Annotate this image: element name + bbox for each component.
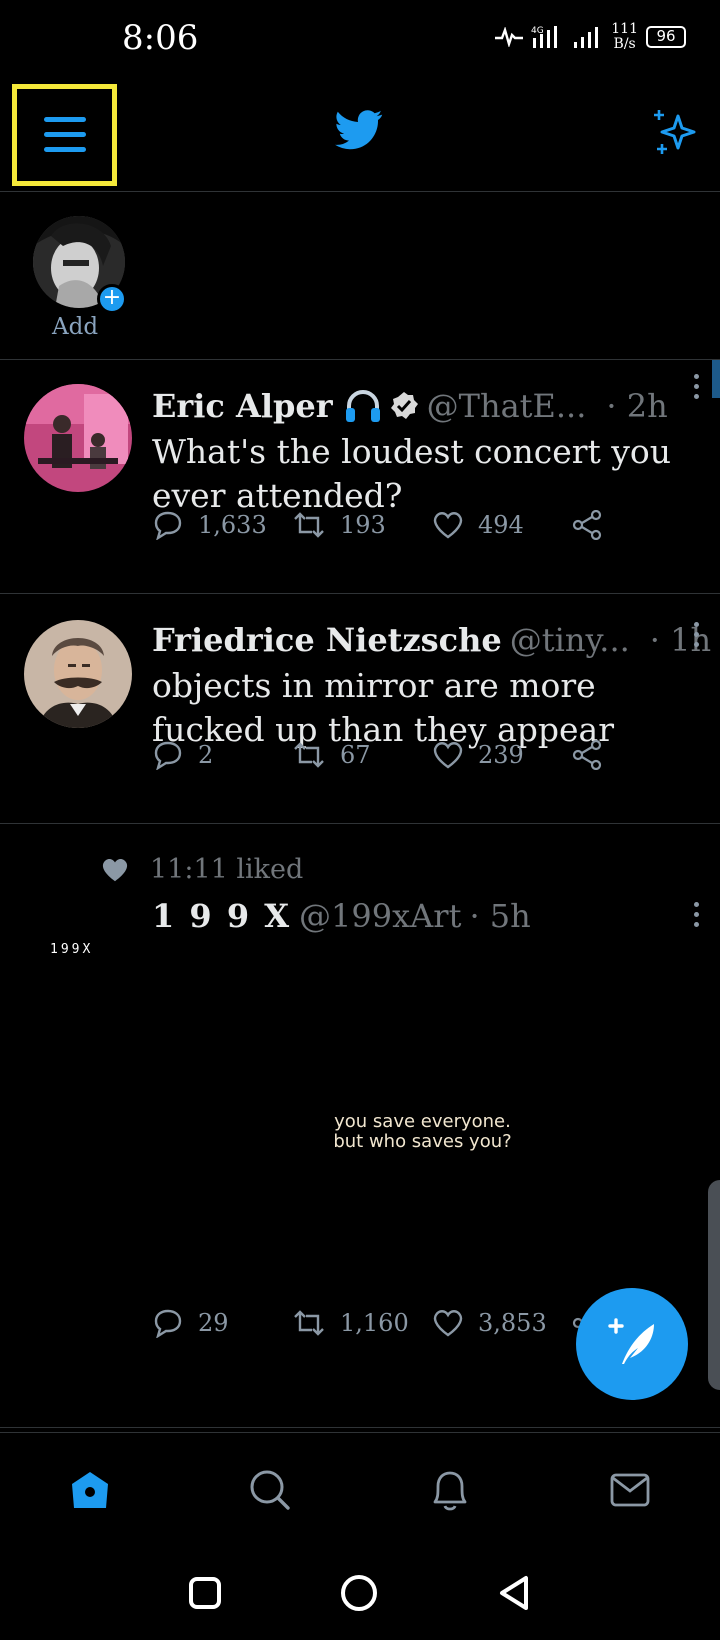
reply-icon [154, 1309, 182, 1338]
profile-photo [24, 620, 132, 728]
top-tweets-button[interactable] [650, 110, 698, 160]
heart-icon [433, 512, 463, 539]
fleets-row: + Add [0, 192, 720, 360]
share-icon [572, 740, 602, 770]
author-handle: @tiny... [509, 621, 630, 659]
author-name[interactable]: Eric Alper [152, 387, 333, 425]
twitter-bird-icon [335, 110, 383, 150]
add-label: Add [52, 314, 99, 340]
reply-count: 2 [198, 741, 214, 769]
tweet-actions: 2 67 239 [152, 740, 712, 770]
author-handle: @ThatE... [426, 387, 587, 425]
notifications-bell-icon [433, 1471, 467, 1510]
tweet-header: 1 9 9 X @199xArt · 5h [152, 894, 700, 938]
verified-badge-icon [390, 392, 418, 419]
profile-photo [24, 384, 132, 492]
liked-by-text: 11:11 liked [150, 854, 304, 885]
compose-feather-icon [608, 1318, 654, 1364]
share-button[interactable] [572, 510, 712, 540]
signal-bars-icon [574, 27, 599, 48]
tweet[interactable]: Eric Alper @ThatE... · 2h What's the lou… [0, 360, 720, 594]
avatar[interactable] [24, 620, 132, 728]
messages-mail-icon [610, 1473, 650, 1506]
retweet-icon [294, 1310, 324, 1336]
network-speed: 111 B/s [611, 21, 638, 52]
headphones-icon [345, 390, 380, 422]
reply-button[interactable]: 29 [152, 1308, 292, 1338]
more-options-icon[interactable] [692, 622, 700, 652]
nav-search[interactable] [180, 1433, 360, 1546]
hamburger-menu-icon [43, 117, 86, 152]
share-icon [572, 510, 602, 540]
status-time: 8:06 [122, 18, 199, 58]
heart-icon [433, 742, 463, 769]
retweet-count: 1,160 [340, 1309, 409, 1337]
home-icon [72, 1471, 108, 1508]
like-button[interactable]: 3,853 [432, 1308, 572, 1338]
social-context: 11:11 liked [100, 854, 303, 885]
signal-4g-icon: 4G [531, 26, 558, 48]
more-options-icon[interactable] [692, 374, 700, 404]
like-button[interactable]: 239 [432, 740, 572, 770]
tweet-image-caption[interactable]: you save everyone. but who saves you? [300, 1112, 545, 1152]
tweet-time: · 1h [649, 621, 712, 659]
reply-button[interactable]: 2 [152, 740, 292, 770]
author-handle: @199xArt [299, 897, 462, 935]
scroll-handle[interactable] [708, 1180, 720, 1390]
share-button[interactable] [572, 740, 712, 770]
reply-button[interactable]: 1,633 [152, 510, 292, 540]
home-circle-icon[interactable] [339, 1573, 379, 1613]
search-icon [250, 1470, 290, 1510]
retweet-button[interactable]: 193 [292, 510, 432, 540]
author-name[interactable]: 1 9 9 X [152, 897, 291, 935]
heart-icon [433, 1310, 463, 1337]
more-options-icon[interactable] [692, 902, 700, 932]
tweet-time: · 2h [606, 387, 668, 425]
status-bar: 8:06 4G 111 B/s 96 [0, 0, 720, 80]
retweet-button[interactable]: 1,160 [292, 1308, 432, 1338]
retweet-count: 67 [340, 741, 371, 769]
reply-count: 29 [198, 1309, 229, 1337]
top-app-bar [0, 80, 720, 192]
tweet-text: objects in mirror are more fucked up tha… [152, 666, 614, 749]
heart-filled-icon [102, 858, 128, 881]
status-icons: 4G 111 B/s 96 [495, 22, 686, 52]
reply-count: 1,633 [198, 511, 267, 539]
system-navigation-bar [0, 1546, 720, 1640]
retweet-icon [294, 512, 324, 538]
nav-messages[interactable] [540, 1433, 720, 1546]
bottom-navigation [0, 1432, 720, 1546]
sparkle-icon [654, 110, 696, 154]
add-fleet-button[interactable]: + [97, 284, 127, 314]
tweet-actions: 1,633 193 494 [152, 510, 712, 540]
avatar[interactable]: 199X [50, 942, 93, 957]
reply-icon [154, 511, 182, 540]
tweet[interactable]: Friedrice Nietzsche @tiny... · 1h object… [0, 594, 720, 824]
menu-button[interactable] [12, 84, 117, 186]
author-name[interactable]: Friedrice Nietzsche [152, 621, 502, 659]
like-count: 239 [478, 741, 524, 769]
tweet-header: Eric Alper @ThatE... · 2h [152, 384, 700, 428]
battery-indicator: 96 [646, 26, 686, 48]
twitter-logo[interactable] [335, 110, 383, 154]
tweet-text: What's the loudest concert you ever atte… [152, 432, 672, 515]
retweet-button[interactable]: 67 [292, 740, 432, 770]
avatar[interactable] [24, 384, 132, 492]
back-triangle-icon[interactable] [496, 1574, 532, 1612]
compose-tweet-button[interactable] [576, 1288, 688, 1400]
nav-home[interactable] [0, 1433, 180, 1546]
recents-square-icon[interactable] [188, 1576, 222, 1610]
tweet-time: · 5h [469, 897, 531, 935]
like-count: 494 [478, 511, 524, 539]
nav-notifications[interactable] [360, 1433, 540, 1546]
tweet-header: Friedrice Nietzsche @tiny... · 1h [152, 618, 711, 662]
like-button[interactable]: 494 [432, 510, 572, 540]
reply-icon [154, 741, 182, 770]
like-count: 3,853 [478, 1309, 547, 1337]
retweet-count: 193 [340, 511, 386, 539]
activity-icon [495, 27, 524, 47]
retweet-icon [294, 742, 324, 768]
